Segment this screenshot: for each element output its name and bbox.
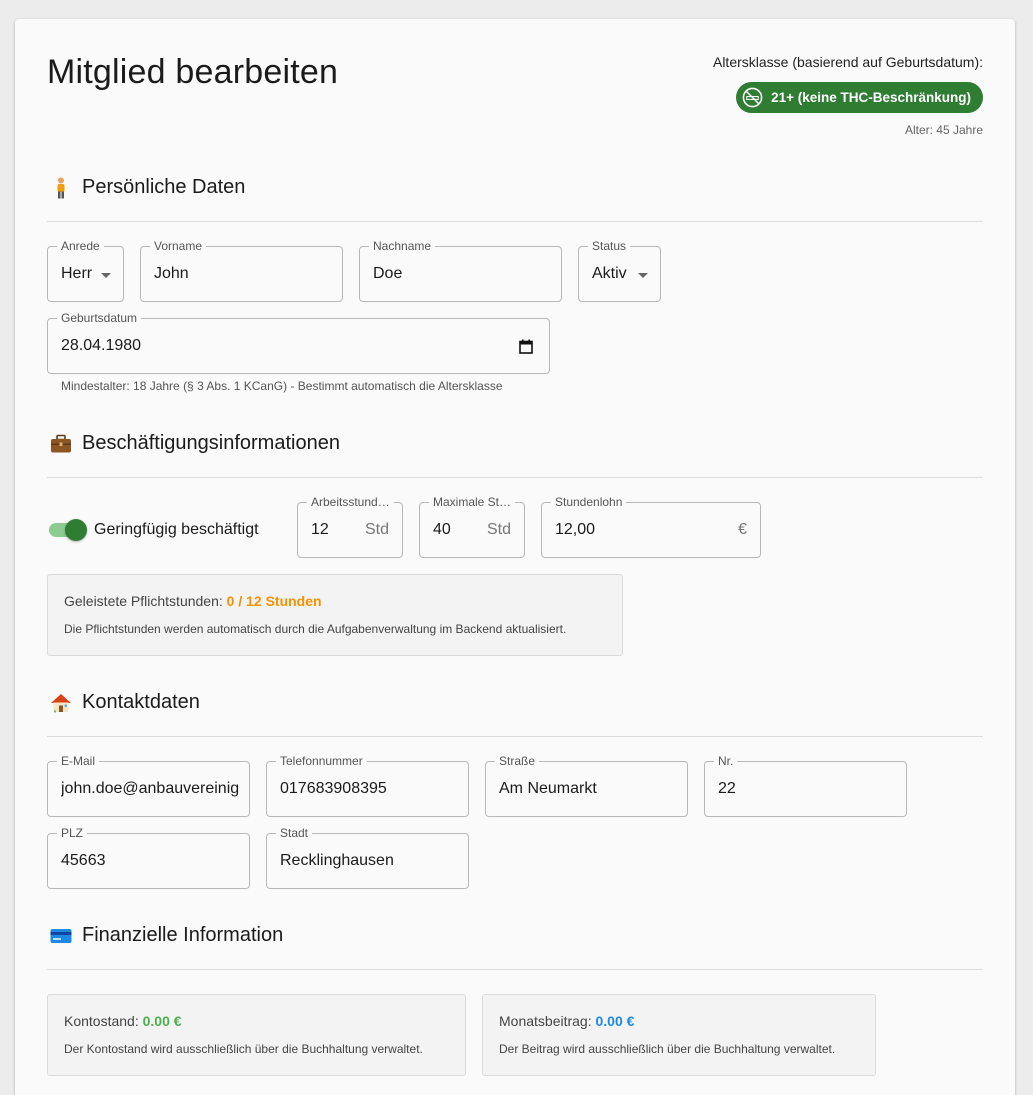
euro-suffix: € <box>738 521 747 538</box>
no-smoking-21-icon <box>742 87 763 108</box>
stundenlohn-field[interactable]: Stundenlohn 12,00 € <box>541 495 761 558</box>
geburtsdatum-label: Geburtsdatum <box>57 311 142 325</box>
arbeitsstunden-label: Arbeitsstund… <box>307 495 394 509</box>
toggle-thumb <box>65 519 87 541</box>
credit-card-icon <box>50 925 72 947</box>
age-class-chip-text: 21+ (keine THC-Beschränkung) <box>771 90 971 105</box>
nachname-field[interactable]: Nachname Doe <box>359 239 562 302</box>
anrede-label: Anrede <box>57 239 104 253</box>
kontostand-label: Kontostand: <box>64 1013 139 1029</box>
chevron-down-icon <box>101 273 111 278</box>
strasse-value: Am Neumarkt <box>499 780 597 797</box>
arbeitsstunden-field[interactable]: Arbeitsstund… 12 Std <box>297 495 403 558</box>
age-class-chip: 21+ (keine THC-Beschränkung) <box>736 82 983 113</box>
telefon-field[interactable]: Telefonnummer 017683908395 <box>266 754 469 817</box>
section-finance-title: Finanzielle Information <box>50 924 283 947</box>
anrede-value: Herr <box>61 265 93 282</box>
max-stunden-field[interactable]: Maximale St… 40 Std <box>419 495 525 558</box>
house-icon <box>50 692 72 714</box>
kontostand-box: Kontostand: 0.00 € Der Kontostand wird a… <box>47 994 466 1076</box>
monatsbeitrag-value: 0.00 € <box>595 1013 635 1029</box>
monatsbeitrag-line: Monatsbeitrag: 0.00 € <box>499 1013 634 1029</box>
status-value: Aktiv <box>592 265 627 282</box>
geburtsdatum-field[interactable]: Geburtsdatum 28.04.1980 <box>47 311 550 374</box>
pflichtstunden-label: Geleistete Pflichtstunden: <box>64 593 223 609</box>
max-stunden-value: 40 <box>433 521 451 538</box>
strasse-label: Straße <box>495 754 540 768</box>
geringfuegig-toggle[interactable] <box>47 519 87 541</box>
age-class-label: Altersklasse (basierend auf Geburtsdatum… <box>712 54 983 70</box>
telefon-value: 017683908395 <box>280 780 387 797</box>
section-employment-title: Beschäftigungsinformationen <box>50 432 340 455</box>
kontostand-line: Kontostand: 0.00 € <box>64 1013 182 1029</box>
vorname-field[interactable]: Vorname John <box>140 239 343 302</box>
max-stunden-suffix: Std <box>486 521 511 538</box>
divider <box>47 736 983 737</box>
pflichtstunden-box: Geleistete Pflichtstunden: 0 / 12 Stunde… <box>47 574 623 656</box>
plz-value: 45663 <box>61 852 106 869</box>
briefcase-icon <box>50 433 72 455</box>
stadt-value: Recklinghausen <box>280 852 394 869</box>
section-contact-title: Kontaktdaten <box>50 691 200 714</box>
email-label: E-Mail <box>57 754 100 768</box>
person-icon <box>50 177 72 199</box>
section-contact-label: Kontaktdaten <box>82 691 200 713</box>
email-value: john.doe@anbauvereinigung.de <box>61 780 239 797</box>
nachname-label: Nachname <box>369 239 436 253</box>
divider <box>47 221 983 222</box>
section-finance-label: Finanzielle Information <box>82 924 284 946</box>
divider <box>47 477 983 478</box>
hausnummer-field[interactable]: Nr. 22 <box>704 754 907 817</box>
nachname-value: Doe <box>373 265 403 282</box>
monatsbeitrag-label: Monatsbeitrag: <box>499 1013 592 1029</box>
monatsbeitrag-box: Monatsbeitrag: 0.00 € Der Beitrag wird a… <box>482 994 876 1076</box>
monatsbeitrag-note: Der Beitrag wird ausschließlich über die… <box>499 1042 836 1056</box>
page-title: Mitglied bearbeiten <box>47 53 339 91</box>
telefon-label: Telefonnummer <box>276 754 367 768</box>
email-field[interactable]: E-Mail john.doe@anbauvereinigung.de <box>47 754 250 817</box>
section-personal-title: Persönliche Daten <box>50 176 245 199</box>
kontostand-value: 0.00 € <box>142 1013 182 1029</box>
geburtsdatum-value: 28.04.1980 <box>61 337 142 354</box>
stundenlohn-value: 12,00 <box>555 521 596 538</box>
arbeitsstunden-value: 12 <box>311 521 329 538</box>
arbeitsstunden-suffix: Std <box>364 521 389 538</box>
max-stunden-label: Maximale St… <box>429 495 516 509</box>
calendar-icon[interactable] <box>519 339 533 354</box>
stundenlohn-label: Stundenlohn <box>551 495 627 509</box>
hausnummer-value: 22 <box>718 780 736 797</box>
stadt-field[interactable]: Stadt Recklinghausen <box>266 826 469 889</box>
plz-field[interactable]: PLZ 45663 <box>47 826 250 889</box>
strasse-field[interactable]: Straße Am Neumarkt <box>485 754 688 817</box>
pflichtstunden-value: 0 / 12 Stunden <box>226 593 322 609</box>
anrede-select[interactable]: Anrede Herr <box>47 239 124 302</box>
status-select[interactable]: Status Aktiv <box>578 239 661 302</box>
age-text: Alter: 45 Jahre <box>904 123 983 137</box>
status-label: Status <box>588 239 631 253</box>
geringfuegig-label: Geringfügig beschäftigt <box>94 521 259 538</box>
vorname-label: Vorname <box>150 239 207 253</box>
section-personal-label: Persönliche Daten <box>82 176 246 198</box>
section-employment-label: Beschäftigungsinformationen <box>82 432 340 454</box>
pflichtstunden-note: Die Pflichtstunden werden automatisch du… <box>64 622 567 636</box>
vorname-value: John <box>154 265 189 282</box>
kontostand-note: Der Kontostand wird ausschließlich über … <box>64 1042 423 1056</box>
geburtsdatum-helper: Mindestalter: 18 Jahre (§ 3 Abs. 1 KCanG… <box>61 379 503 393</box>
stadt-label: Stadt <box>276 826 313 840</box>
pflichtstunden-line: Geleistete Pflichtstunden: 0 / 12 Stunde… <box>64 593 322 609</box>
chevron-down-icon <box>638 273 648 278</box>
hausnummer-label: Nr. <box>714 754 738 768</box>
plz-label: PLZ <box>57 826 88 840</box>
divider <box>47 969 983 970</box>
edit-member-card: Mitglied bearbeiten Altersklasse (basier… <box>15 19 1015 1095</box>
